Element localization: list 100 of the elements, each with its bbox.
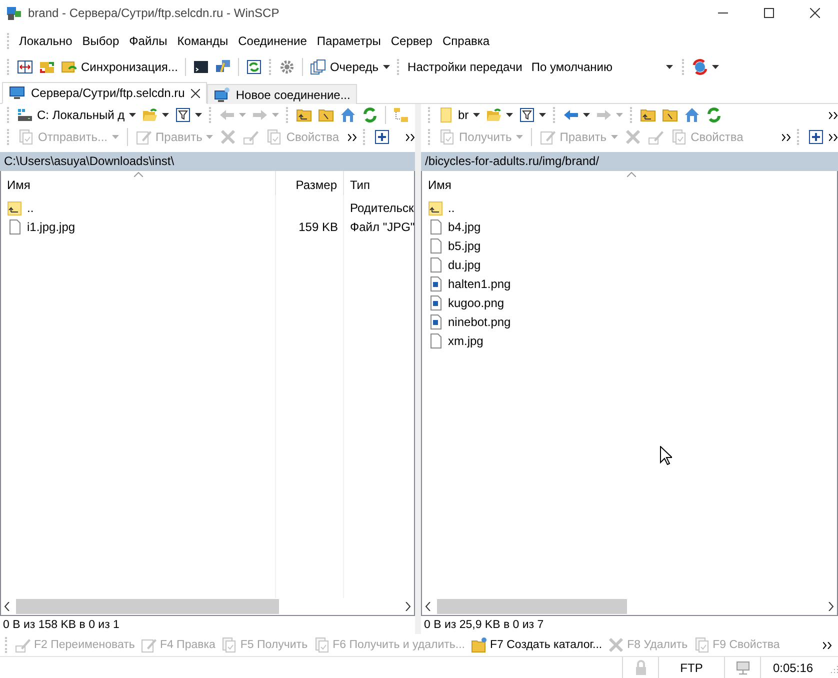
file-icon [428, 218, 444, 234]
column-header[interactable]: Размер [276, 171, 344, 195]
mouse-cursor-icon [660, 446, 672, 465]
menu-item[interactable]: Справка [438, 32, 494, 50]
delete-icon [220, 129, 236, 145]
refresh-icon [362, 107, 378, 123]
column-header[interactable]: Имя [1, 171, 276, 195]
parent-folder-icon [428, 200, 444, 216]
path-header: C:\Users\asuya\Downloads\inst\ [0, 152, 415, 171]
caret-icon [382, 65, 390, 69]
documents-icon [18, 129, 34, 145]
file-name[interactable]: du.jpg [448, 258, 481, 272]
image-file-icon [428, 294, 444, 310]
chevrons-icon[interactable] [782, 134, 791, 140]
chevrons-icon[interactable] [406, 134, 415, 140]
chevrons-icon[interactable] [823, 642, 832, 648]
menu-item[interactable]: Команды [173, 32, 232, 50]
filter-icon [518, 107, 535, 123]
column-header[interactable]: Имя [422, 171, 837, 195]
menu-item[interactable]: Соединение [234, 32, 311, 50]
file-icon [428, 256, 444, 272]
open-folder-icon [486, 107, 502, 123]
back-arrow-icon [218, 107, 235, 123]
menu-item[interactable]: Сервер [386, 32, 436, 50]
location-dropdown[interactable]: br [436, 106, 482, 124]
forward-arrow-icon [252, 107, 268, 123]
refresh-icon [706, 107, 722, 123]
documents-icon [310, 59, 326, 75]
scrollbar-thumb[interactable] [16, 599, 279, 614]
session-tab[interactable]: Новое соединение... [206, 84, 358, 104]
menu-item[interactable]: Выбор [78, 32, 124, 50]
chevrons-icon[interactable] [829, 134, 838, 140]
caret-icon [712, 65, 720, 69]
caret-icon [162, 113, 169, 117]
location-dropdown[interactable]: C: Локальный д [15, 106, 138, 124]
queue-button[interactable]: Очередь [308, 58, 392, 76]
document-check-icon [670, 129, 687, 145]
compare-icon [17, 59, 33, 75]
image-file-icon [428, 276, 444, 292]
add-icon [808, 129, 824, 145]
caret-icon [128, 113, 136, 117]
reconnect-button[interactable] [690, 58, 722, 76]
add-button[interactable] [806, 128, 826, 146]
file-name[interactable]: .. [27, 200, 34, 214]
file-name[interactable]: ninebot.png [448, 314, 511, 328]
new-folder-icon [471, 637, 488, 653]
documents-icon [439, 129, 455, 145]
file-name[interactable]: b5.jpg [448, 238, 481, 252]
pencil-icon [140, 637, 157, 653]
chevrons-icon[interactable] [829, 112, 838, 118]
file-type: Родительск [350, 200, 414, 214]
document-check-icon [694, 637, 710, 653]
root-folder-icon [662, 107, 678, 123]
close-icon [810, 8, 820, 18]
file-name[interactable]: kugoo.png [448, 296, 504, 310]
sync-folder-icon [61, 59, 77, 75]
home-icon [684, 107, 700, 123]
close-icon[interactable] [190, 88, 200, 98]
file-name[interactable]: b4.jpg [448, 220, 481, 234]
column-header[interactable]: Тип [344, 171, 414, 195]
transfer-preset-dropdown[interactable]: По умолчанию [527, 60, 678, 74]
terminal-icon [192, 59, 209, 75]
caret-icon [666, 65, 674, 69]
function-key-button[interactable]: F7 Создать каталог... [469, 636, 604, 654]
parent-folder-icon [296, 107, 312, 123]
session-tab[interactable]: Сервера/Сутри/ftp.selcdn.ru [2, 82, 207, 104]
chevrons-icon[interactable] [348, 134, 357, 140]
panel-status: 0 B из 158 KB в 0 из 1 [2, 618, 120, 633]
file-name[interactable]: i1.jpg.jpg [27, 220, 76, 234]
settings-icon [278, 59, 295, 75]
file-icon [428, 238, 444, 254]
menu-item[interactable]: Файлы [125, 32, 172, 50]
caret-icon [582, 113, 590, 117]
folder-tree-icon [392, 107, 409, 123]
sort-caret-icon [627, 172, 636, 177]
rename-icon [243, 129, 260, 145]
scroll-left-icon[interactable] [425, 602, 431, 611]
caret-icon [112, 135, 119, 139]
file-type: Файл "JPG" [350, 220, 414, 234]
file-name[interactable]: xm.jpg [448, 334, 484, 348]
scrollbar-thumb[interactable] [437, 599, 627, 614]
pencil-icon [136, 129, 152, 145]
synchronize-button[interactable]: Синхронизация... [59, 58, 180, 76]
scroll-right-icon[interactable] [405, 602, 411, 611]
file-name[interactable]: .. [448, 200, 455, 214]
rename-icon [15, 637, 31, 653]
file-icon [7, 218, 23, 234]
compare-button[interactable] [15, 58, 35, 76]
caret-icon [538, 113, 546, 117]
menu-item[interactable]: Локально [15, 32, 76, 50]
delete-icon [608, 637, 624, 653]
file-name[interactable]: halten1.png [448, 276, 511, 290]
scroll-right-icon[interactable] [828, 602, 834, 611]
add-button[interactable] [372, 128, 392, 146]
scroll-left-icon[interactable] [4, 602, 10, 611]
computers-icon [214, 59, 231, 75]
transfer-settings-label: Настройки передачи [406, 60, 524, 74]
menu-item[interactable]: Параметры [312, 32, 385, 50]
caret-icon [472, 113, 480, 117]
documents-icon [221, 637, 238, 653]
